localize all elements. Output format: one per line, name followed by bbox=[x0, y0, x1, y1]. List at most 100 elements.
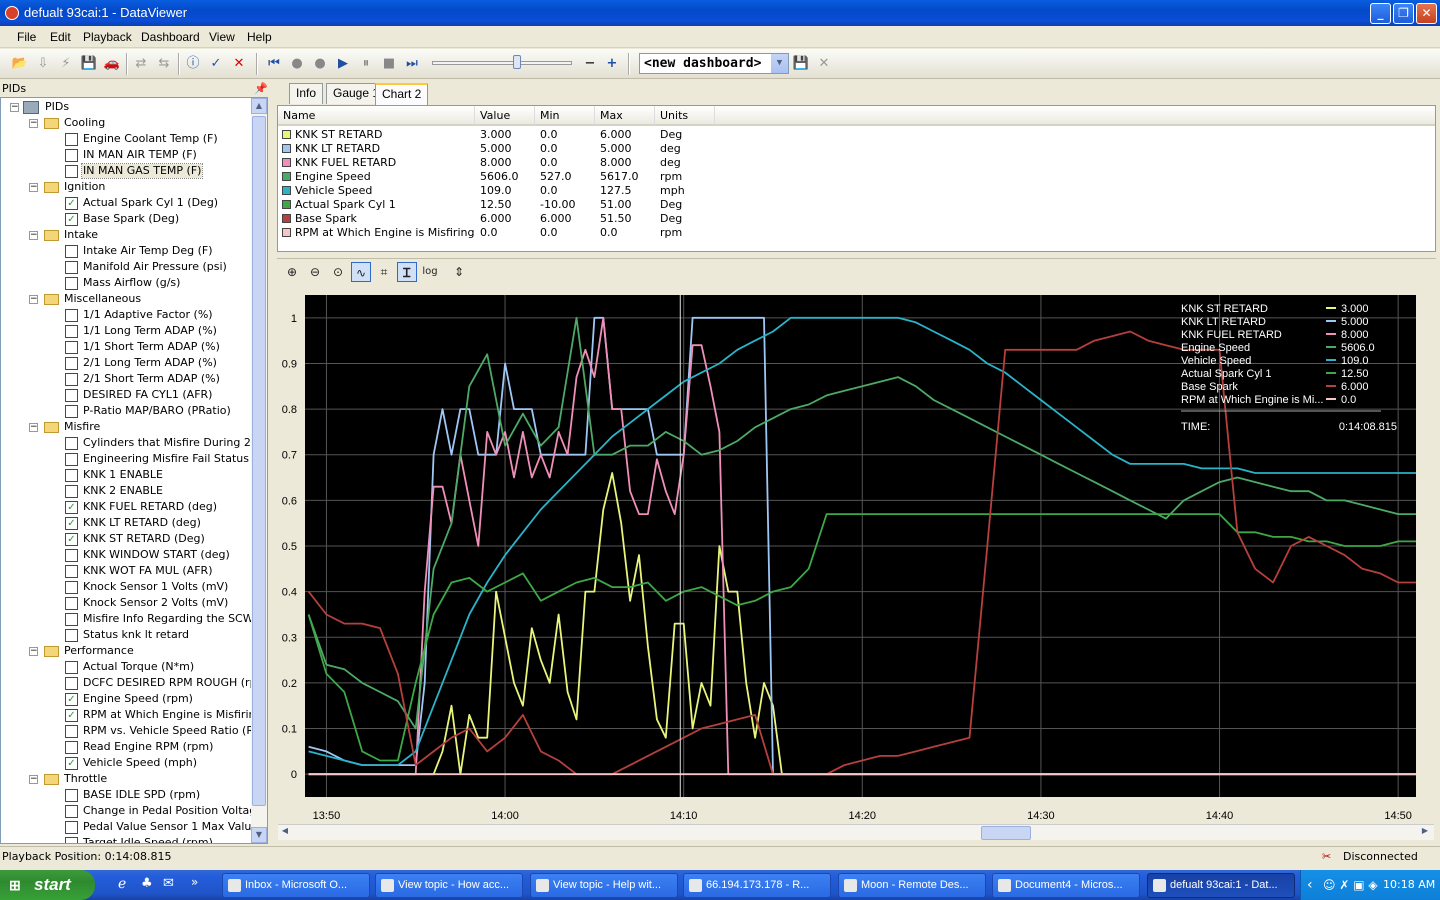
pid-item[interactable]: Cylinders that Misfire During 200 re bbox=[82, 436, 267, 450]
chart-area[interactable]: 0 0.1 0.2 0.3 0.4 0.5 0.6 0.7 0.8 0.9 1 13:50 14:00 1… bbox=[277, 286, 1436, 826]
record2-icon[interactable]: ● bbox=[311, 55, 329, 73]
messenger-icon[interactable]: ♣ bbox=[141, 876, 153, 891]
pid-item[interactable]: Knock Sensor 2 Volts (mV) bbox=[82, 596, 229, 610]
import-icon[interactable]: ⇩ bbox=[34, 55, 52, 73]
export2-icon[interactable]: ⇆ bbox=[155, 55, 173, 73]
save-dashboard-icon[interactable]: 💾 bbox=[792, 55, 810, 73]
pid-checkbox[interactable] bbox=[65, 805, 78, 818]
connect-icon[interactable]: ⚡ bbox=[57, 55, 75, 73]
menu-help[interactable]: Help bbox=[247, 30, 272, 44]
taskbar-task[interactable]: Inbox - Microsoft O... bbox=[222, 873, 370, 898]
pid-checkbox[interactable] bbox=[65, 821, 78, 834]
pid-checkbox[interactable] bbox=[65, 565, 78, 578]
pid-item[interactable]: KNK ST RETARD (Deg) bbox=[82, 532, 206, 546]
pid-checkbox[interactable]: ✓ bbox=[65, 517, 78, 530]
collapse-group-icon[interactable]: − bbox=[29, 119, 38, 128]
taskbar-task[interactable]: Document4 - Micros... bbox=[992, 873, 1140, 898]
column-header-max[interactable]: Max bbox=[595, 106, 655, 126]
playback-slider-track[interactable] bbox=[432, 61, 572, 65]
pid-checkbox[interactable] bbox=[65, 309, 78, 322]
pid-checkbox[interactable] bbox=[65, 437, 78, 450]
line-chart[interactable]: 0 0.1 0.2 0.3 0.4 0.5 0.6 0.7 0.8 0.9 1 13:50 14:00 1… bbox=[277, 286, 1436, 824]
collapse-group-icon[interactable]: − bbox=[29, 231, 38, 240]
collapse-root-icon[interactable]: − bbox=[10, 103, 19, 112]
pid-checkbox[interactable] bbox=[65, 725, 78, 738]
pid-item[interactable]: 1/1 Adaptive Factor (%) bbox=[82, 308, 214, 322]
pid-checkbox[interactable]: ✓ bbox=[65, 501, 78, 514]
pid-item[interactable]: KNK WOT FA MUL (AFR) bbox=[82, 564, 214, 578]
zoom-in-icon[interactable]: ⊕ bbox=[282, 262, 302, 282]
cursor-icon[interactable]: Ꮖ bbox=[397, 262, 417, 282]
pid-item[interactable]: P-Ratio MAP/BARO (PRatio) bbox=[82, 404, 232, 418]
taskbar-task[interactable]: 66.194.173.178 - R... bbox=[683, 873, 831, 898]
pid-checkbox[interactable] bbox=[65, 741, 78, 754]
pid-checkbox[interactable] bbox=[65, 245, 78, 258]
pid-item[interactable]: Engine Speed (rpm) bbox=[82, 692, 194, 706]
scroll-left-icon[interactable]: ◀ bbox=[278, 826, 292, 840]
pid-checkbox[interactable] bbox=[65, 357, 78, 370]
close-button[interactable]: ✕ bbox=[1416, 3, 1437, 24]
pid-item[interactable]: RPM at Which Engine is Misfiring (rp bbox=[82, 708, 267, 722]
column-header-name[interactable]: Name bbox=[278, 106, 475, 126]
pid-checkbox[interactable] bbox=[65, 789, 78, 802]
pid-checkbox[interactable] bbox=[65, 453, 78, 466]
tab-info[interactable]: Info bbox=[289, 83, 324, 104]
pid-checkbox[interactable] bbox=[65, 341, 78, 354]
dashboard-select[interactable]: <new dashboard> ▼ bbox=[639, 53, 789, 74]
pid-group-miscellaneous[interactable]: Miscellaneous bbox=[64, 292, 141, 306]
taskbar-task[interactable]: View topic - Help wit... bbox=[530, 873, 678, 898]
pid-checkbox[interactable] bbox=[65, 597, 78, 610]
pid-group-ignition[interactable]: Ignition bbox=[64, 180, 105, 194]
pid-item[interactable]: DESIRED FA CYL1 (AFR) bbox=[82, 388, 213, 402]
pid-checkbox[interactable] bbox=[65, 165, 78, 178]
chevron-down-icon[interactable]: ▼ bbox=[771, 54, 788, 73]
scroll-down-icon[interactable]: ▼ bbox=[251, 827, 267, 843]
quicklaunch-more-icon[interactable]: » bbox=[191, 875, 198, 889]
column-header-min[interactable]: Min bbox=[535, 106, 595, 126]
auto-scale-icon[interactable]: ∿ bbox=[351, 262, 371, 282]
info-icon[interactable]: ⓘ bbox=[184, 55, 202, 73]
chart-horizontal-scrollbar[interactable]: ◀ ▶ bbox=[278, 824, 1434, 840]
pid-checkbox[interactable] bbox=[65, 837, 78, 843]
pid-checkbox[interactable]: ✓ bbox=[65, 213, 78, 226]
pid-checkbox[interactable]: ✓ bbox=[65, 709, 78, 722]
playback-slider-thumb[interactable] bbox=[513, 55, 521, 69]
tray-chevron-icon[interactable]: ‹ bbox=[1307, 870, 1313, 900]
pid-group-intake[interactable]: Intake bbox=[64, 228, 98, 242]
menu-playback[interactable]: Playback bbox=[83, 30, 132, 44]
zoom-select-icon[interactable]: ⌗ bbox=[374, 262, 394, 282]
pid-item[interactable]: DCFC DESIRED RPM ROUGH (rpm) bbox=[82, 676, 267, 690]
pause-icon[interactable]: ⏸ bbox=[357, 55, 375, 73]
pid-item[interactable]: Read Engine RPM (rpm) bbox=[82, 740, 214, 754]
rewind-icon[interactable]: ⏮ bbox=[265, 55, 283, 73]
pid-item[interactable]: KNK WINDOW START (deg) bbox=[82, 548, 231, 562]
pid-checkbox[interactable] bbox=[65, 277, 78, 290]
pid-item[interactable]: Engineering Misfire Fail Status bbox=[82, 452, 250, 466]
pid-checkbox[interactable]: ✓ bbox=[65, 533, 78, 546]
pid-checkbox[interactable] bbox=[65, 373, 78, 386]
pid-checkbox[interactable] bbox=[65, 677, 78, 690]
collapse-group-icon[interactable]: − bbox=[29, 775, 38, 784]
pid-checkbox[interactable] bbox=[65, 613, 78, 626]
pid-item[interactable]: Intake Air Temp Deg (F) bbox=[82, 244, 214, 258]
close-dashboard-icon[interactable]: ✕ bbox=[815, 55, 833, 73]
pid-item[interactable]: Engine Coolant Temp (F) bbox=[82, 132, 219, 146]
pid-group-misfire[interactable]: Misfire bbox=[64, 420, 100, 434]
pid-checkbox[interactable] bbox=[65, 405, 78, 418]
stop-icon[interactable]: ■ bbox=[380, 55, 398, 73]
pid-item[interactable]: KNK 2 ENABLE bbox=[82, 484, 164, 498]
tray-icons[interactable]: ☺ ✗ ▣ ◈ bbox=[1323, 870, 1378, 900]
pid-item[interactable]: Manifold Air Pressure (psi) bbox=[82, 260, 228, 274]
pid-item[interactable]: 2/1 Long Term ADAP (%) bbox=[82, 356, 218, 370]
ie-icon[interactable]: ℯ bbox=[118, 876, 126, 892]
pid-item[interactable]: 1/1 Short Term ADAP (%) bbox=[82, 340, 221, 354]
pid-group-performance[interactable]: Performance bbox=[64, 644, 134, 658]
start-button[interactable]: ⊞ start bbox=[0, 870, 95, 900]
pid-root-label[interactable]: PIDs bbox=[45, 100, 69, 114]
tab-chart-2[interactable]: Chart 2 bbox=[375, 83, 429, 105]
taskbar-task[interactable]: Moon - Remote Des... bbox=[838, 873, 986, 898]
minimize-button[interactable]: _ bbox=[1370, 3, 1391, 24]
pid-checkbox[interactable] bbox=[65, 581, 78, 594]
pid-item[interactable]: KNK FUEL RETARD (deg) bbox=[82, 500, 218, 514]
restore-button[interactable]: ❐ bbox=[1393, 3, 1414, 24]
